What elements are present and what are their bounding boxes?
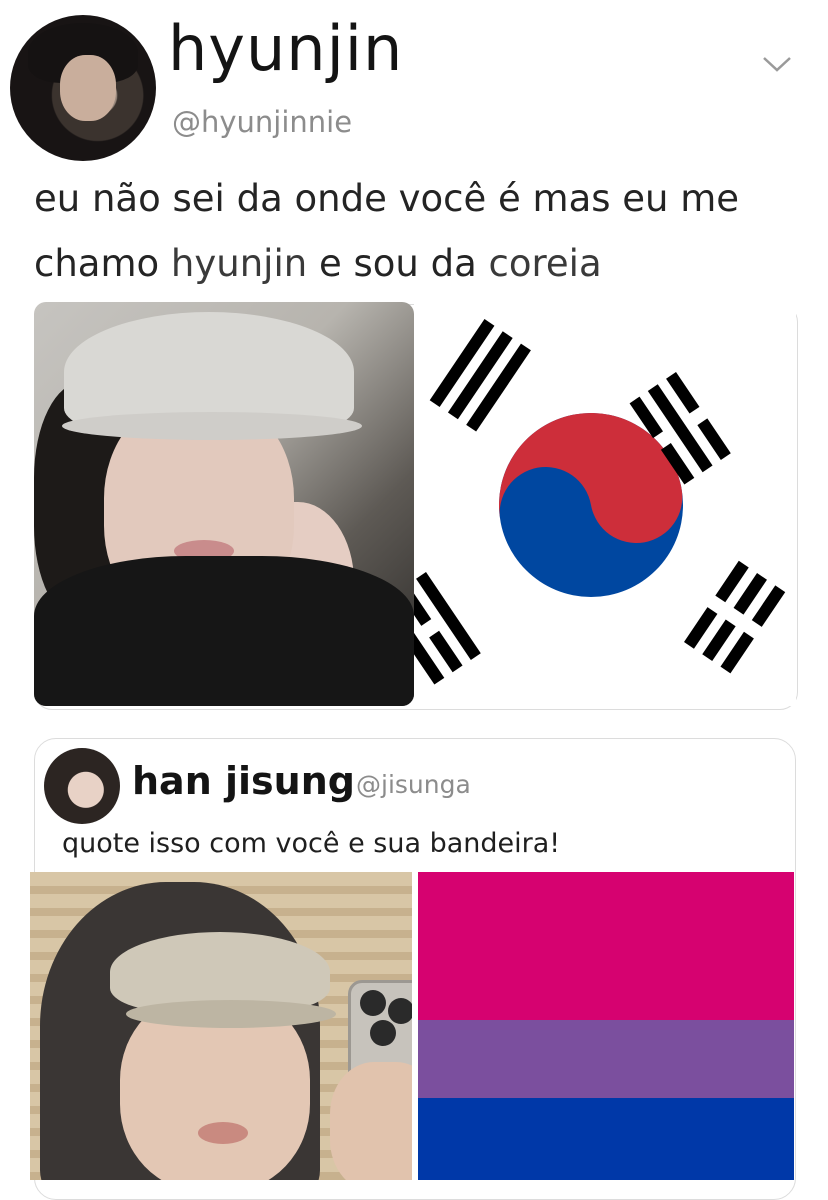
tweet-text-mid: e sou da: [307, 242, 489, 285]
tweet-text-line-2: chamo hyunjin e sou da coreia: [34, 231, 804, 296]
quoted-author-avatar[interactable]: [44, 748, 120, 824]
chevron-down-icon[interactable]: [760, 52, 794, 76]
tweet-text: eu não sei da onde você é mas eu me cham…: [34, 166, 804, 296]
author-display-name[interactable]: hyunjin: [168, 18, 403, 80]
author-handle[interactable]: @hyunjinnie: [172, 108, 352, 137]
flag-stripe-pink: [418, 872, 794, 1020]
quoted-author-display-name[interactable]: han jisung: [132, 762, 355, 800]
south-korea-flag-image[interactable]: [414, 304, 796, 706]
quoted-tweet-text: quote isso com você e sua bandeira!: [62, 828, 561, 859]
quoted-photo-selfie[interactable]: [30, 872, 412, 1180]
tweet-photo-selfie[interactable]: [34, 302, 414, 706]
flag-stripe-purple: [418, 1020, 794, 1098]
tweet-text-prefix: chamo: [34, 242, 171, 285]
tweet-text-name: hyunjin: [170, 242, 308, 285]
tweet-text-line-1: eu não sei da onde você é mas eu me: [34, 177, 740, 220]
avatar-face: [60, 55, 116, 121]
flag-stripe-blue: [418, 1098, 794, 1180]
bisexual-flag-image[interactable]: [418, 872, 794, 1180]
author-avatar[interactable]: [10, 15, 156, 161]
tweet-text-country: coreia: [488, 242, 602, 285]
quoted-author-handle[interactable]: @jisunga: [356, 772, 471, 797]
